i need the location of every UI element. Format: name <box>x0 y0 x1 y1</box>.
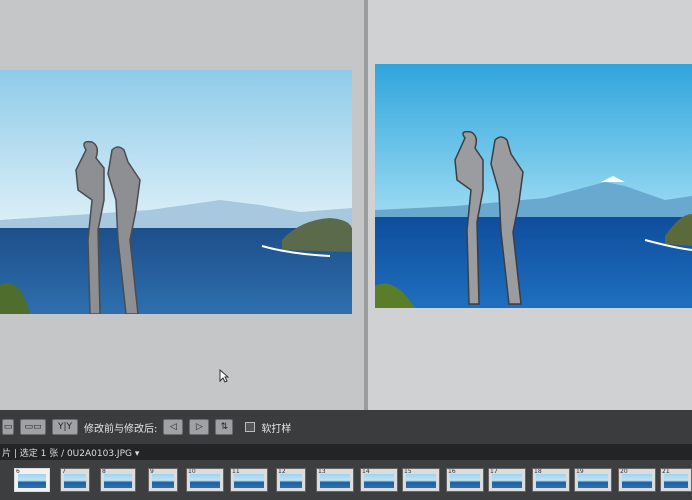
filmstrip-thumbnail[interactable]: 19 <box>574 468 612 492</box>
filmstrip-thumbnail[interactable]: 12 <box>276 468 306 492</box>
filmstrip-thumbnail[interactable]: 16 <box>446 468 484 492</box>
filmstrip-thumbnail[interactable]: 9 <box>148 468 178 492</box>
after-photo <box>375 64 692 308</box>
filmstrip-thumbnail[interactable]: 13 <box>316 468 354 492</box>
filmstrip-thumbnail[interactable]: 20 <box>618 468 656 492</box>
filmstrip-thumbnail[interactable]: 18 <box>532 468 570 492</box>
filmstrip-thumbnail[interactable]: 11 <box>230 468 268 492</box>
swap-settings-button[interactable]: ⇅ <box>215 419 234 435</box>
after-pane <box>368 0 692 410</box>
filmstrip-thumbnail[interactable]: 21 <box>660 468 692 492</box>
mouse-cursor-icon <box>219 369 229 383</box>
compare-toolbar: ▭ ▭▭ Y|Y 修改前与修改后: ◁ ▷ ⇅ 软打样 <box>0 410 692 444</box>
before-pane <box>0 0 364 410</box>
before-after-mode-select[interactable]: Y|Y <box>52 419 78 435</box>
filmstrip-thumbnail[interactable]: 14 <box>360 468 398 492</box>
selection-status[interactable]: 片 | 选定 1 张 / 0U2A0103.JPG ▾ <box>2 446 139 459</box>
copy-after-to-before-button[interactable]: ◁ <box>163 419 184 435</box>
lightroom-develop-view: ▭ ▭▭ Y|Y 修改前与修改后: ◁ ▷ ⇅ 软打样 片 | 选定 1 张 /… <box>0 0 692 500</box>
filmstrip-thumbnail[interactable]: 17 <box>488 468 526 492</box>
filmstrip-thumbnail[interactable]: 8 <box>100 468 136 492</box>
loupe-view-button[interactable]: ▭ <box>2 419 14 435</box>
filmstrip-status-bar: 片 | 选定 1 张 / 0U2A0103.JPG ▾ <box>0 444 692 460</box>
soft-proof-label: 软打样 <box>261 423 292 435</box>
filmstrip-thumbnail[interactable]: 6 <box>14 468 50 492</box>
filmstrip-thumbnail[interactable]: 10 <box>186 468 224 492</box>
filmstrip-thumbnail[interactable]: 15 <box>402 468 440 492</box>
before-after-label: 修改前与修改后: <box>84 423 158 435</box>
filmstrip: 6 7 8 9 10 11 12 13 14 15 16 17 18 19 20… <box>0 460 692 500</box>
soft-proof-checkbox[interactable] <box>245 422 256 432</box>
before-photo <box>0 70 352 314</box>
compare-view-button[interactable]: ▭▭ <box>20 419 46 435</box>
copy-before-to-after-button[interactable]: ▷ <box>189 419 210 435</box>
filmstrip-thumbnail[interactable]: 7 <box>60 468 90 492</box>
